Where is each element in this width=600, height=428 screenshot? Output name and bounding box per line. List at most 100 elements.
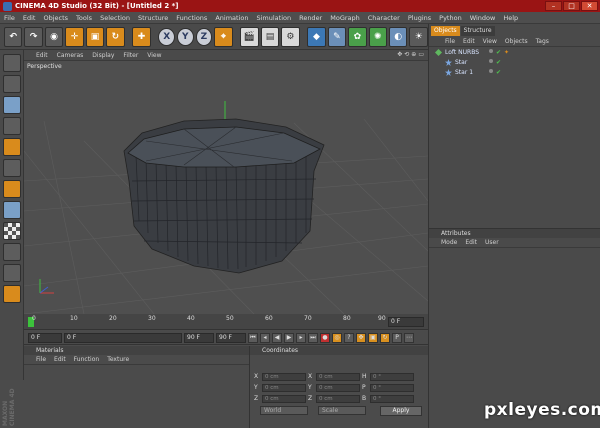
go-to-start-icon[interactable]: ⏮ xyxy=(248,332,258,343)
tab-structure[interactable]: Structure xyxy=(460,26,495,36)
materials-menu-function[interactable]: Function xyxy=(74,356,100,363)
size-z-field[interactable]: 0 cm xyxy=(316,394,360,403)
materials-menu-texture[interactable]: Texture xyxy=(107,356,129,363)
loft-nurbs-object[interactable] xyxy=(123,118,325,274)
minimize-button[interactable]: – xyxy=(545,1,562,11)
make-editable-icon[interactable] xyxy=(2,54,21,72)
objects-menu-file[interactable]: File xyxy=(445,38,455,45)
coordinate-mode-select[interactable]: World xyxy=(260,406,308,415)
object-row-star[interactable]: Star ✔ xyxy=(429,57,600,67)
y-axis-lock-button[interactable]: Y xyxy=(176,27,194,46)
current-frame-field[interactable]: 0 F xyxy=(388,317,424,327)
previous-key-icon[interactable]: ◂ xyxy=(260,332,270,343)
materials-menu-edit[interactable]: Edit xyxy=(54,356,66,363)
soft-selection-icon[interactable] xyxy=(2,285,21,303)
scale-tool-icon[interactable]: ▣ xyxy=(85,26,105,47)
menu-animation[interactable]: Animation xyxy=(215,14,248,22)
rotation-b-field[interactable]: 0 ° xyxy=(370,394,414,403)
point-level-icon[interactable]: ⋯ xyxy=(404,332,414,343)
texture-mode-icon[interactable] xyxy=(2,117,21,135)
cube-primitive-icon[interactable]: ◆ xyxy=(307,26,326,47)
attributes-menu-edit[interactable]: Edit xyxy=(465,239,477,246)
rotation-p-field[interactable]: 0 ° xyxy=(370,383,414,392)
render-view-icon[interactable]: 🎬 xyxy=(240,26,259,47)
tab-objects[interactable]: Objects xyxy=(431,26,460,36)
rotate-tool-icon[interactable]: ↻ xyxy=(106,26,125,47)
close-button[interactable]: ✕ xyxy=(581,1,598,11)
object-row-star-1[interactable]: Star 1 ✔ xyxy=(429,67,600,77)
viewport-canvas[interactable]: Perspective xyxy=(24,61,428,314)
coordinate-system-icon[interactable]: ⌖ xyxy=(214,26,233,47)
pan-icon[interactable]: ✥ xyxy=(397,51,402,58)
keyframe-selection-icon[interactable]: ? xyxy=(344,332,354,343)
toggle-view-icon[interactable]: ▭ xyxy=(418,51,424,58)
viewport-menu-filter[interactable]: Filter xyxy=(123,52,138,59)
edges-mode-icon[interactable] xyxy=(2,180,21,198)
checker-icon[interactable] xyxy=(2,222,21,240)
object-row-loft-nurbs[interactable]: Loft NURBS ✔ ✦ xyxy=(429,47,600,57)
deformer-icon[interactable]: ◐ xyxy=(389,26,408,47)
spline-icon[interactable]: ✎ xyxy=(327,26,347,47)
size-mode-select[interactable]: Scale xyxy=(318,406,366,415)
points-mode-icon[interactable] xyxy=(2,159,21,177)
record-icon[interactable]: ● xyxy=(320,332,330,343)
position-z-field[interactable]: 0 cm xyxy=(262,394,306,403)
preview-range-field[interactable]: 0 F xyxy=(64,332,182,343)
render-picture-viewer-icon[interactable]: ▤ xyxy=(260,26,280,47)
objects-menu-view[interactable]: View xyxy=(483,38,497,45)
menu-file[interactable]: File xyxy=(4,14,15,22)
viewport-menu-display[interactable]: Display xyxy=(92,52,114,59)
polygons-mode-icon[interactable] xyxy=(2,201,21,219)
size-x-field[interactable]: 0 cm xyxy=(316,372,360,381)
size-y-field[interactable]: 0 cm xyxy=(316,383,360,392)
timeline-ruler[interactable]: 0 10 20 30 40 50 60 70 80 90 0 F xyxy=(24,314,428,330)
materials-menu-file[interactable]: File xyxy=(36,356,46,363)
menu-tools[interactable]: Tools xyxy=(76,14,92,22)
max-frame-field[interactable]: 90 F xyxy=(216,332,246,343)
menu-character[interactable]: Character xyxy=(368,14,400,22)
parameter-key-icon[interactable]: P xyxy=(392,332,402,343)
menu-objects[interactable]: Objects xyxy=(43,14,68,22)
light-icon[interactable]: ☀ xyxy=(409,26,428,47)
snap-icon[interactable] xyxy=(2,243,21,261)
go-to-end-icon[interactable]: ⏭ xyxy=(308,332,318,343)
axis-mode-icon[interactable] xyxy=(2,138,21,156)
menu-selection[interactable]: Selection xyxy=(100,14,130,22)
position-y-field[interactable]: 0 cm xyxy=(262,383,306,392)
attributes-menu-mode[interactable]: Mode xyxy=(441,239,457,246)
menu-python[interactable]: Python xyxy=(439,14,462,22)
nurbs-icon[interactable]: ✿ xyxy=(348,26,367,47)
model-mode-icon[interactable] xyxy=(2,75,21,93)
menu-window[interactable]: Window xyxy=(470,14,496,22)
position-key-icon[interactable]: ✥ xyxy=(356,332,366,343)
workplane-icon[interactable] xyxy=(2,264,21,282)
objects-menu-edit[interactable]: Edit xyxy=(463,38,475,45)
menu-render[interactable]: Render xyxy=(299,14,322,22)
objects-menu-tags[interactable]: Tags xyxy=(536,38,549,45)
viewport-menu-cameras[interactable]: Cameras xyxy=(57,52,84,59)
x-axis-lock-button[interactable]: X xyxy=(158,27,175,46)
apply-button[interactable]: Apply xyxy=(380,406,422,416)
move-tool-icon[interactable]: ✛ xyxy=(65,26,84,47)
menu-functions[interactable]: Functions xyxy=(176,14,207,22)
recent-tool-icon[interactable]: ✚ xyxy=(132,26,151,47)
end-frame-field[interactable]: 90 F xyxy=(184,332,214,343)
render-settings-icon[interactable]: ⚙ xyxy=(281,26,300,47)
rotation-key-icon[interactable]: ↻ xyxy=(380,332,390,343)
menu-simulation[interactable]: Simulation xyxy=(256,14,291,22)
zoom-icon[interactable]: ⊕ xyxy=(411,51,416,58)
redo-icon[interactable]: ↷ xyxy=(24,26,43,47)
next-key-icon[interactable]: ▸ xyxy=(296,332,306,343)
viewport-menu-edit[interactable]: Edit xyxy=(36,52,48,59)
objects-menu-objects[interactable]: Objects xyxy=(505,38,528,45)
menu-edit[interactable]: Edit xyxy=(23,14,36,22)
rotation-h-field[interactable]: 0 ° xyxy=(370,372,414,381)
start-frame-field[interactable]: 0 F xyxy=(28,332,62,343)
play-icon[interactable]: ▶ xyxy=(284,332,294,343)
live-selection-icon[interactable]: ◉ xyxy=(44,26,64,47)
z-axis-lock-button[interactable]: Z xyxy=(195,27,213,46)
object-mode-icon[interactable] xyxy=(2,96,21,114)
scale-key-icon[interactable]: ▣ xyxy=(368,332,378,343)
position-x-field[interactable]: 0 cm xyxy=(262,372,306,381)
play-backwards-icon[interactable]: ◀ xyxy=(272,332,282,343)
